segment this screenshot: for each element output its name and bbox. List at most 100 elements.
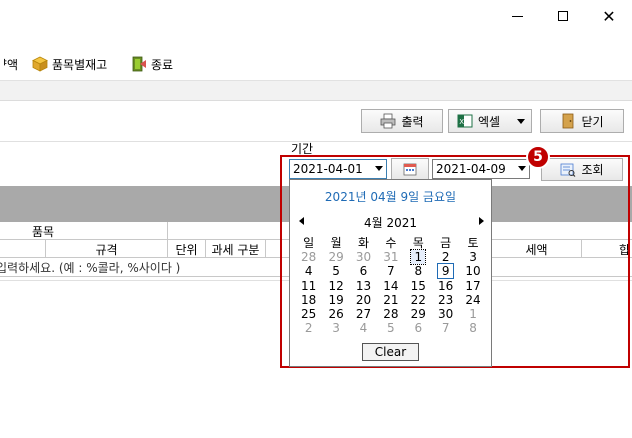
calendar-day-number: 26 — [328, 306, 344, 321]
calendar-day-number: 27 — [355, 306, 372, 321]
calendar-day[interactable]: 20 — [350, 293, 377, 307]
calendar-day[interactable]: 18 — [295, 293, 322, 307]
calendar-day-number: 5 — [332, 264, 340, 279]
calendar-day-number: 17 — [465, 278, 481, 293]
calendar-day[interactable]: 4 — [295, 264, 322, 278]
calendar-day[interactable]: 2 — [295, 321, 322, 335]
calendar-day[interactable]: 6 — [405, 321, 432, 335]
close-window-button[interactable]: ✕ — [586, 0, 632, 32]
calendar-week-row: 11 12 13 14 15 16 17 — [295, 279, 487, 293]
calendar-month-label[interactable]: 4월 2021 — [290, 214, 491, 231]
calendar-day-number: 2 — [304, 321, 313, 336]
calendar-day[interactable]: 7 — [432, 321, 459, 335]
minimize-button[interactable] — [494, 0, 540, 32]
column-header-item[interactable]: 품목 — [0, 222, 168, 240]
calendar-day[interactable]: 25 — [295, 307, 322, 321]
calendar-day-number: 16 — [438, 278, 454, 293]
weekday-label: 화 — [357, 236, 369, 250]
weekday-label: 토 — [467, 236, 479, 250]
calendar-day[interactable]: 29 — [322, 250, 349, 264]
calendar-day[interactable]: 6 — [350, 264, 377, 278]
calendar-day[interactable]: 26 — [322, 307, 349, 321]
calendar-day[interactable]: 24 — [459, 293, 486, 307]
calendar-day[interactable]: 8 — [405, 264, 432, 278]
toolbar-item-label: 품목별재고 — [52, 57, 108, 72]
calendar-day[interactable]: 23 — [432, 293, 459, 307]
calendar-day-number: 30 — [438, 306, 454, 321]
print-button[interactable]: 출력 — [361, 109, 443, 133]
toolbar-item-label: ᅣ액 — [0, 57, 19, 72]
calendar-day[interactable]: 5 — [322, 264, 349, 278]
calendar-day[interactable]: 15 — [405, 279, 432, 293]
column-header-spec[interactable]: 규격 — [46, 240, 168, 258]
calendar-day-number: 6 — [414, 321, 423, 336]
clear-button[interactable]: Clear — [362, 343, 419, 361]
calendar-day[interactable]: 12 — [322, 279, 349, 293]
divider — [0, 141, 632, 142]
callout-badge: 5 — [526, 145, 550, 169]
calendar-day[interactable]: 14 — [377, 279, 404, 293]
calendar-day[interactable]: 3 — [459, 250, 486, 264]
calendar-day[interactable]: 5 — [377, 321, 404, 335]
calendar-day-number: 9 — [436, 263, 455, 280]
excel-icon: X — [457, 114, 473, 128]
calendar-day-number: 3 — [469, 250, 477, 265]
calendar-day[interactable]: 30 — [350, 250, 377, 264]
calendar-today-link[interactable]: 2021년 04월 9일 금요일 — [290, 188, 491, 205]
calendar-day[interactable]: 30 — [432, 307, 459, 321]
calendar-day[interactable]: 3 — [322, 321, 349, 335]
calendar-day-number: 13 — [355, 278, 372, 293]
toolbar-item-0[interactable]: ᅣ액 — [0, 52, 18, 76]
calendar-day[interactable]: 29 — [405, 307, 432, 321]
calendar-day[interactable]: 2 — [432, 250, 459, 264]
calendar-week-row: 25 26 27 28 29 30 1 — [295, 307, 487, 321]
column-header-tax-type[interactable]: 과세 구분 — [206, 240, 266, 258]
calendar-day[interactable]: 1 — [405, 249, 432, 266]
calendar-day[interactable]: 19 — [322, 293, 349, 307]
excel-button[interactable]: X 엑셀 — [448, 109, 532, 133]
close-button[interactable]: 닫기 — [540, 109, 624, 133]
calendar-day[interactable]: 16 — [432, 279, 459, 293]
calendar-day[interactable]: 21 — [377, 293, 404, 307]
calendar-day[interactable]: 28 — [377, 307, 404, 321]
calendar-day-number: 10 — [465, 264, 481, 279]
calendar-day[interactable]: 9 — [432, 263, 459, 280]
calendar-day[interactable]: 10 — [459, 264, 486, 278]
calendar-week-row: 18 19 20 21 22 23 24 — [295, 293, 487, 307]
calendar-day[interactable]: 22 — [405, 293, 432, 307]
weekday-label: 수 — [385, 236, 397, 250]
door-icon — [563, 113, 574, 129]
maximize-button[interactable] — [540, 0, 586, 32]
calendar-day[interactable]: 11 — [295, 279, 322, 293]
calendar-day-number: 24 — [465, 292, 481, 307]
calendar-day[interactable]: 27 — [350, 307, 377, 321]
weekday-header-row: 일월화수목금토 — [295, 236, 487, 250]
calendar-day[interactable]: 31 — [377, 250, 404, 264]
header-band — [0, 81, 632, 101]
calendar-day-number: 21 — [383, 292, 399, 307]
column-header-unit[interactable]: 단위 — [168, 240, 206, 258]
close-label: 닫기 — [581, 114, 604, 129]
calendar-day-number: 20 — [355, 292, 372, 307]
close-icon: ✕ — [602, 6, 616, 26]
calendar-day-number: 1 — [469, 306, 477, 321]
toolbar-item-label: 종료 — [151, 57, 174, 72]
toolbar-item-exit[interactable]: 종료 — [131, 52, 173, 76]
calendar-day[interactable]: 28 — [295, 250, 322, 264]
calendar-day[interactable]: 1 — [459, 307, 486, 321]
calendar-day[interactable]: 7 — [377, 264, 404, 278]
calendar-popup: 2021년 04월 9일 금요일 4월 2021 일월화수목금토 28 29 30 3… — [289, 179, 492, 367]
calendar-day-number: 3 — [332, 321, 340, 336]
toolbar: ᅣ액 품목별재고 종료 — [0, 48, 632, 80]
calendar-day[interactable]: 13 — [350, 279, 377, 293]
calendar-day[interactable]: 17 — [459, 279, 486, 293]
calendar-day[interactable]: 4 — [350, 321, 377, 335]
calendar-day[interactable]: 8 — [459, 321, 486, 335]
next-month-icon[interactable] — [479, 217, 484, 225]
calendar-day-number: 6 — [359, 264, 368, 279]
app-window: ✕ ᅣ액 품목별재고 종료 출력 X 엑셀 닫기 기간 2021-04-01 2… — [0, 0, 632, 438]
calendar-week-row: 4 5 6 7 8 9 10 — [295, 263, 487, 280]
calendar-day-number: 5 — [387, 321, 395, 336]
minimize-icon — [511, 15, 523, 17]
toolbar-item-stock-by-item[interactable]: 품목별재고 — [32, 52, 107, 76]
